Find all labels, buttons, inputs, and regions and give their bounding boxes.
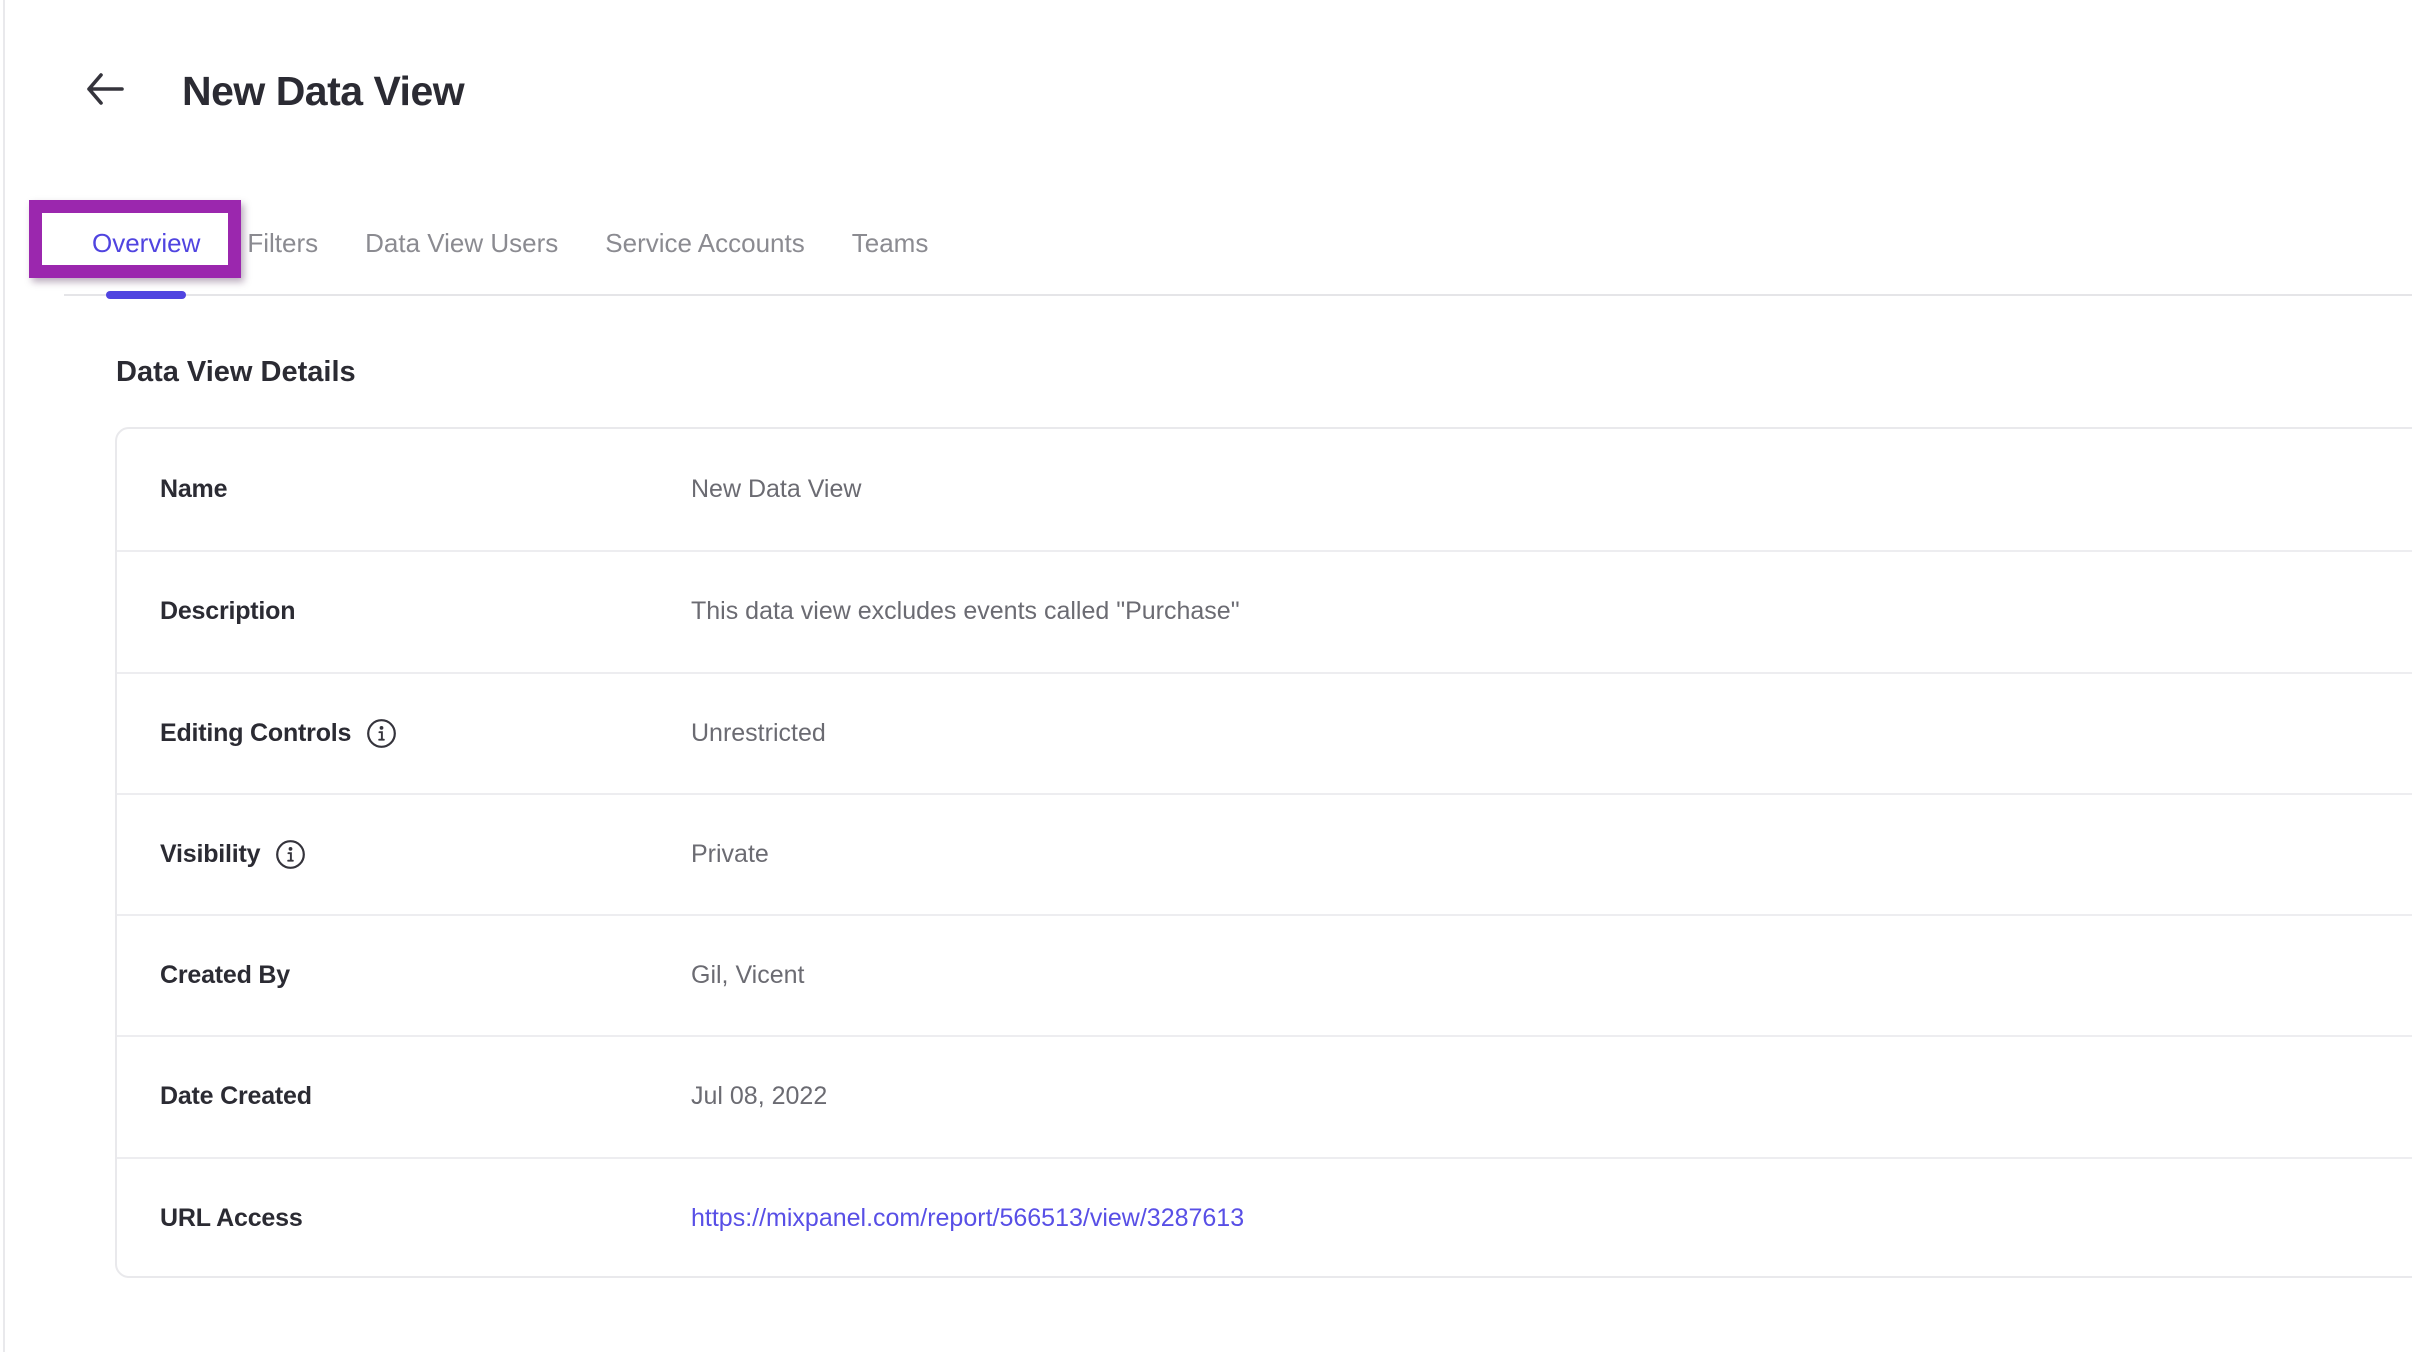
page-title: New Data View [182, 68, 464, 115]
row-value: New Data View [691, 475, 2412, 504]
tab-bar: Overview Filters Data View Users Service… [0, 205, 2412, 296]
page-left-border [3, 0, 5, 1352]
tab-service-accounts[interactable]: Service Accounts [605, 205, 804, 296]
tab-label: Data View Users [365, 228, 558, 259]
row-label: URL Access [160, 1204, 303, 1233]
detail-row-created-by: Created By Gil, Vicent [117, 914, 2412, 1035]
active-tab-indicator [106, 291, 186, 299]
tab-label: Filters [247, 228, 318, 259]
tab-label: Teams [852, 228, 929, 259]
arrow-left-icon [82, 69, 126, 114]
section-title: Data View Details [116, 356, 356, 389]
info-icon[interactable] [366, 718, 397, 749]
detail-row-url-access: URL Access https://mixpanel.com/report/5… [117, 1157, 2412, 1278]
row-label: Visibility [160, 840, 260, 869]
row-value: Unrestricted [691, 719, 2412, 748]
tab-teams[interactable]: Teams [852, 205, 929, 296]
info-icon[interactable] [275, 839, 306, 870]
detail-row-name: Name New Data View [117, 429, 2412, 550]
row-value: Gil, Vicent [691, 961, 2412, 990]
row-value: Jul 08, 2022 [691, 1082, 2412, 1111]
tab-label: Overview [92, 228, 200, 259]
url-access-link[interactable]: https://mixpanel.com/report/566513/view/… [691, 1204, 2412, 1233]
row-label: Name [160, 475, 227, 504]
row-label: Created By [160, 961, 290, 990]
data-view-details-card: Name New Data View Description This data… [115, 427, 2412, 1278]
row-label: Date Created [160, 1082, 312, 1111]
detail-row-editing-controls: Editing Controls Unrestricted [117, 672, 2412, 793]
row-label: Description [160, 597, 295, 626]
tab-label: Service Accounts [605, 228, 804, 259]
tab-filters[interactable]: Filters [247, 205, 318, 296]
detail-row-description: Description This data view excludes even… [117, 550, 2412, 671]
row-label: Editing Controls [160, 719, 351, 748]
tab-overview[interactable]: Overview [92, 205, 200, 296]
detail-row-visibility: Visibility Private [117, 793, 2412, 914]
page-header: New Data View [82, 62, 464, 120]
tab-data-view-users[interactable]: Data View Users [365, 205, 558, 296]
back-button[interactable] [82, 69, 126, 113]
row-value: Private [691, 840, 2412, 869]
detail-row-date-created: Date Created Jul 08, 2022 [117, 1035, 2412, 1156]
row-value: This data view excludes events called "P… [691, 597, 2412, 626]
data-view-settings-page: New Data View Overview Filters Data View… [0, 0, 2412, 1352]
